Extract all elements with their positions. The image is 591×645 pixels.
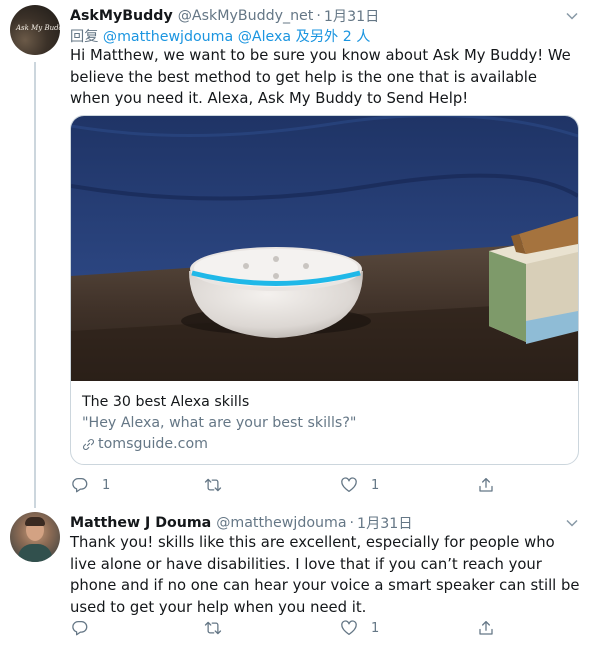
mention-others[interactable]: 及另外 2 人 [296, 29, 371, 45]
tweet-matthew-douma: Matthew J Douma @matthewjdouma · 1月31日 T… [0, 508, 591, 645]
like-icon [341, 620, 357, 636]
display-name[interactable]: Matthew J Douma [70, 515, 211, 531]
avatar-figure-hair [25, 517, 45, 526]
display-name[interactable]: AskMyBuddy [70, 8, 173, 24]
chevron-down-icon[interactable] [566, 12, 578, 20]
share-icon [479, 477, 493, 492]
like-count: 1 [371, 477, 380, 493]
echo-dot-image[interactable] [71, 116, 578, 381]
tweet-text: Thank you! skills like this are excellen… [70, 534, 580, 616]
card-description: "Hey Alexa, what are your best skills?" [82, 415, 357, 431]
avatar-logo-text: Ask My Buddy [16, 24, 60, 32]
card-domain[interactable]: tomsguide.com [82, 434, 572, 455]
retweet-button[interactable] [204, 617, 235, 639]
tweet-header: Matthew J Douma @matthewjdouma · 1月31日 [70, 513, 413, 533]
tweet-text: Hi Matthew, we want to be sure you know … [70, 47, 571, 107]
avatar[interactable]: Ask My Buddy [10, 5, 60, 55]
like-button[interactable]: 1 [340, 617, 379, 639]
avatar[interactable] [10, 512, 60, 562]
reply-button[interactable]: 1 [71, 474, 110, 496]
separator-dot: · [349, 515, 355, 531]
chevron-down-icon[interactable] [566, 519, 578, 527]
reply-icon [72, 620, 88, 636]
tweet-askmybuddy: Ask My Buddy AskMyBuddy @AskMyBuddy_net … [0, 0, 591, 508]
like-button[interactable]: 1 [340, 474, 379, 496]
avatar-figure-shirt [18, 544, 52, 562]
like-icon [341, 477, 357, 493]
share-button[interactable] [477, 474, 495, 496]
reply-prefix: 回复 [70, 29, 99, 45]
mention-matthewjdouma[interactable]: @matthewjdouma [103, 29, 233, 45]
link-card[interactable]: The 30 best Alexa skills "Hey Alexa, wha… [70, 115, 579, 465]
separator-dot: · [316, 8, 321, 24]
tweet-actions: 1 [70, 617, 530, 639]
reply-count: 1 [102, 477, 111, 493]
tweet-date[interactable]: 1月31日 [324, 6, 379, 26]
like-count: 1 [371, 620, 380, 636]
share-icon [479, 620, 493, 635]
replying-to: 回复 @matthewjdouma @Alexa 及另外 2 人 [70, 26, 370, 46]
card-domain-text: tomsguide.com [98, 436, 208, 452]
retweet-icon [204, 478, 222, 492]
retweet-icon [204, 621, 222, 635]
retweet-button[interactable] [204, 474, 235, 496]
user-handle[interactable]: @AskMyBuddy_net [178, 8, 314, 24]
tweet-actions: 1 1 [70, 474, 530, 496]
reply-button[interactable] [71, 617, 102, 639]
tweet-header: AskMyBuddy @AskMyBuddy_net · 1月31日 [70, 6, 379, 26]
card-text: The 30 best Alexa skills "Hey Alexa, wha… [82, 392, 572, 455]
share-button[interactable] [477, 617, 495, 639]
user-handle[interactable]: @matthewjdouma [216, 515, 346, 531]
tweet-date[interactable]: 1月31日 [357, 513, 412, 533]
reply-icon [72, 477, 88, 493]
mention-alexa[interactable]: @Alexa [238, 29, 291, 45]
card-title[interactable]: The 30 best Alexa skills [82, 392, 572, 413]
link-icon [83, 439, 94, 450]
